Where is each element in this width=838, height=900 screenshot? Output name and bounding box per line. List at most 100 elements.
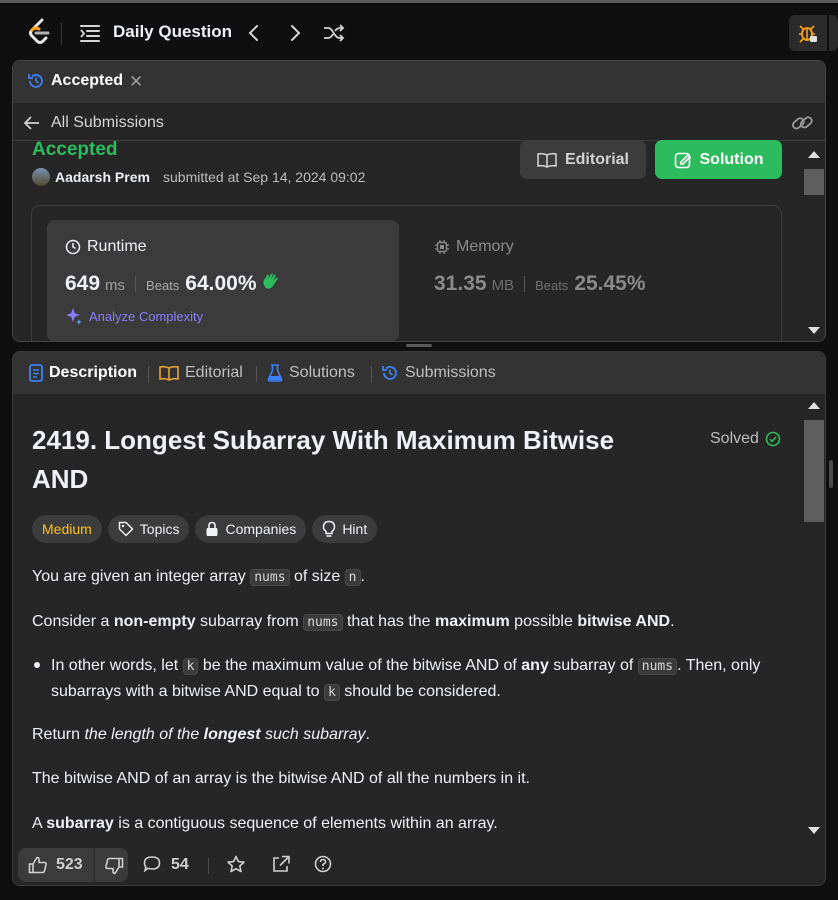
text: be the maximum value of the bitwise AND … xyxy=(198,657,522,674)
hint-label: Hint xyxy=(342,521,368,537)
submitter-name[interactable]: Aadarsh Prem xyxy=(55,169,150,185)
bold-text: any xyxy=(521,657,549,674)
tab-submissions[interactable]: Submissions xyxy=(381,364,496,382)
book-icon xyxy=(159,365,179,381)
text: Consider a xyxy=(32,613,114,630)
problem-description: 2419. Longest Subarray With Maximum Bitw… xyxy=(13,394,803,846)
tab-divider xyxy=(148,366,149,382)
inline-code: nums xyxy=(303,614,343,631)
scroll-up-icon[interactable] xyxy=(808,402,820,409)
runtime-card[interactable]: Runtime 649 ms Beats 64.00% Analyze Comp… xyxy=(47,220,399,341)
chip-icon xyxy=(435,240,449,254)
daily-question-title[interactable]: Daily Question xyxy=(113,22,232,42)
text: subarray of xyxy=(548,657,638,674)
text: . xyxy=(365,726,370,743)
memory-label: Memory xyxy=(456,238,514,255)
text: In other words, let xyxy=(51,657,183,674)
tab-description-label: Description xyxy=(49,364,138,381)
description-panel: Description Editorial Solutions Submissi… xyxy=(12,351,826,886)
chevron-right-icon[interactable] xyxy=(285,22,305,44)
text: subarray from xyxy=(195,613,304,630)
editorial-button[interactable]: Editorial xyxy=(520,140,646,179)
runtime-value-row: 649 ms Beats 64.00% xyxy=(65,272,281,296)
all-submissions-link[interactable]: All Submissions xyxy=(51,114,164,132)
like-count: 523 xyxy=(56,856,83,873)
scrollbar-thumb[interactable] xyxy=(804,420,824,522)
memory-value: 31.35 xyxy=(434,272,487,295)
top-nav-bar: Daily Question xyxy=(0,0,838,60)
text: . xyxy=(360,568,365,585)
memory-title[interactable]: Memory xyxy=(434,238,514,256)
check-circle-icon xyxy=(765,431,781,447)
chevron-left-icon[interactable] xyxy=(244,22,264,44)
memory-beats-label: Beats xyxy=(535,278,569,293)
thumbs-down-icon[interactable] xyxy=(104,857,124,875)
shuffle-icon[interactable] xyxy=(322,22,346,44)
runtime-value: 649 xyxy=(65,272,101,295)
description-paragraph-5: A subarray is a contiguous sequence of e… xyxy=(32,811,498,836)
scroll-down-icon[interactable] xyxy=(808,327,820,334)
tab-accepted[interactable]: Accepted xyxy=(27,72,123,90)
problem-tags: Medium Topics Companies Hint xyxy=(32,515,378,543)
vote-divider xyxy=(94,848,95,882)
tab-solutions[interactable]: Solutions xyxy=(267,364,355,382)
description-bullet: In other words, let k be the maximum val… xyxy=(51,653,781,705)
layout-resize-handle[interactable] xyxy=(829,460,833,488)
share-icon[interactable] xyxy=(271,855,291,873)
text: . xyxy=(670,613,675,630)
runtime-title: Runtime xyxy=(65,238,147,256)
analyze-complexity-link[interactable]: Analyze Complexity xyxy=(65,307,203,325)
thumbs-up-icon[interactable] xyxy=(28,856,48,874)
runtime-beats-value: 64.00% xyxy=(185,272,257,295)
italic-text: such subarray xyxy=(260,726,366,743)
solution-button-label: Solution xyxy=(699,150,764,168)
history-icon xyxy=(382,366,397,380)
submission-status: Accepted xyxy=(32,139,118,160)
submission-scrollbar[interactable] xyxy=(803,143,825,341)
problem-list-icon[interactable] xyxy=(79,22,101,44)
topics-label: Topics xyxy=(139,521,180,537)
debug-button[interactable] xyxy=(789,15,827,51)
italic-text: the length of the xyxy=(84,726,204,743)
comment-icon[interactable] xyxy=(143,855,161,873)
lightbulb-icon xyxy=(323,520,336,537)
scroll-down-icon[interactable] xyxy=(808,827,820,834)
tab-divider xyxy=(371,366,372,382)
text: Return xyxy=(32,726,85,743)
sparkle-icon xyxy=(66,308,82,325)
avatar[interactable] xyxy=(32,168,50,186)
star-icon[interactable] xyxy=(226,855,246,873)
scroll-up-icon[interactable] xyxy=(808,151,820,158)
scrollbar-thumb[interactable] xyxy=(804,169,824,195)
runtime-unit: ms xyxy=(105,277,126,294)
debug-button-right[interactable] xyxy=(829,15,838,51)
bold-text: maximum xyxy=(435,613,510,630)
difficulty-label: Medium xyxy=(42,521,92,537)
inline-code: k xyxy=(324,684,340,701)
problem-title[interactable]: 2419. Longest Subarray With Maximum Bitw… xyxy=(32,421,672,499)
solution-button[interactable]: Solution xyxy=(655,140,782,179)
tab-description[interactable]: Description xyxy=(29,364,137,382)
topics-button[interactable]: Topics xyxy=(107,515,190,543)
tab-accepted-label: Accepted xyxy=(51,72,124,89)
edit-icon xyxy=(674,152,691,168)
description-scrollbar[interactable] xyxy=(803,394,825,846)
tab-divider xyxy=(256,366,257,382)
inline-code: nums xyxy=(250,569,290,586)
help-icon[interactable] xyxy=(313,855,333,873)
leetcode-logo[interactable] xyxy=(26,18,52,46)
memory-value-row: 31.35 MB Beats 25.45% xyxy=(434,272,646,296)
link-icon[interactable] xyxy=(791,113,813,133)
clock-icon xyxy=(65,239,81,255)
tab-editorial[interactable]: Editorial xyxy=(159,364,243,382)
hint-button[interactable]: Hint xyxy=(312,515,378,543)
close-icon[interactable]: ✕ xyxy=(129,72,143,92)
description-paragraph-2: Consider a non-empty subarray from nums … xyxy=(32,609,675,635)
panel-resize-handle[interactable] xyxy=(406,344,432,347)
nav-divider xyxy=(61,23,62,45)
bold-italic-text: longest xyxy=(203,726,261,743)
companies-button[interactable]: Companies xyxy=(195,515,307,543)
document-icon xyxy=(29,364,43,382)
arrow-left-icon[interactable] xyxy=(23,115,41,131)
book-icon xyxy=(537,152,557,168)
